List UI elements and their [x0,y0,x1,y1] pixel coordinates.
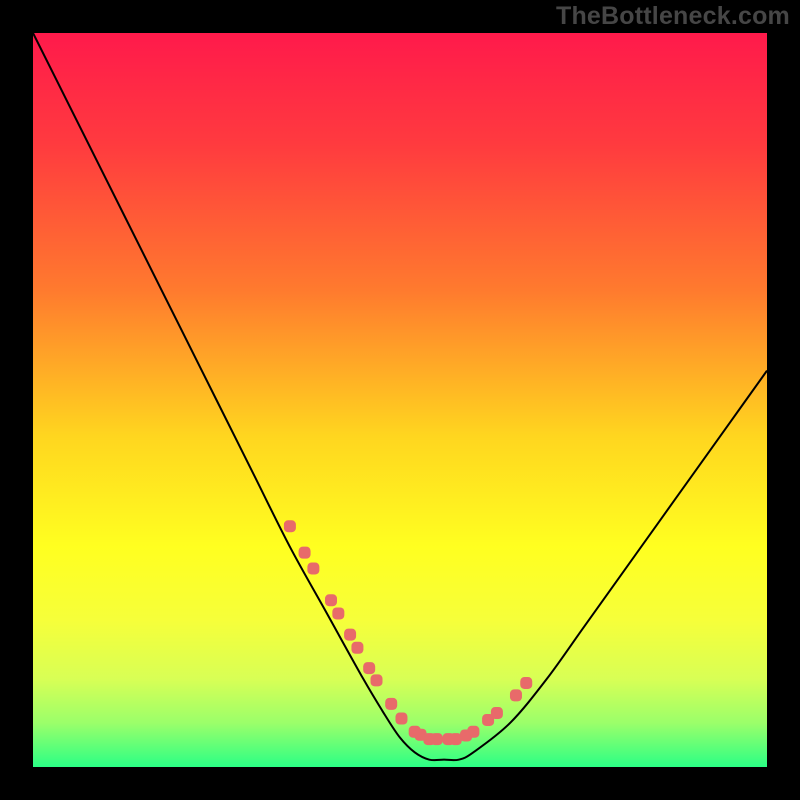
curve-marker [431,733,443,745]
chart-frame: TheBottleneck.com [0,0,800,800]
curve-marker [307,563,319,575]
curve-marker [363,662,375,674]
curve-marker [385,698,397,710]
watermark-text: TheBottleneck.com [556,2,790,31]
curve-marker [467,726,479,738]
curve-marker [371,674,383,686]
chart-svg [33,33,767,767]
plot-area [33,33,767,767]
curve-marker [351,642,363,654]
curve-marker [284,520,296,532]
curve-marker [450,733,462,745]
curve-marker [325,594,337,606]
gradient-background [33,33,767,767]
curve-marker [299,547,311,559]
curve-marker [491,707,503,719]
curve-marker [510,689,522,701]
curve-marker [332,607,344,619]
curve-marker [395,713,407,725]
curve-marker [344,629,356,641]
curve-marker [520,677,532,689]
